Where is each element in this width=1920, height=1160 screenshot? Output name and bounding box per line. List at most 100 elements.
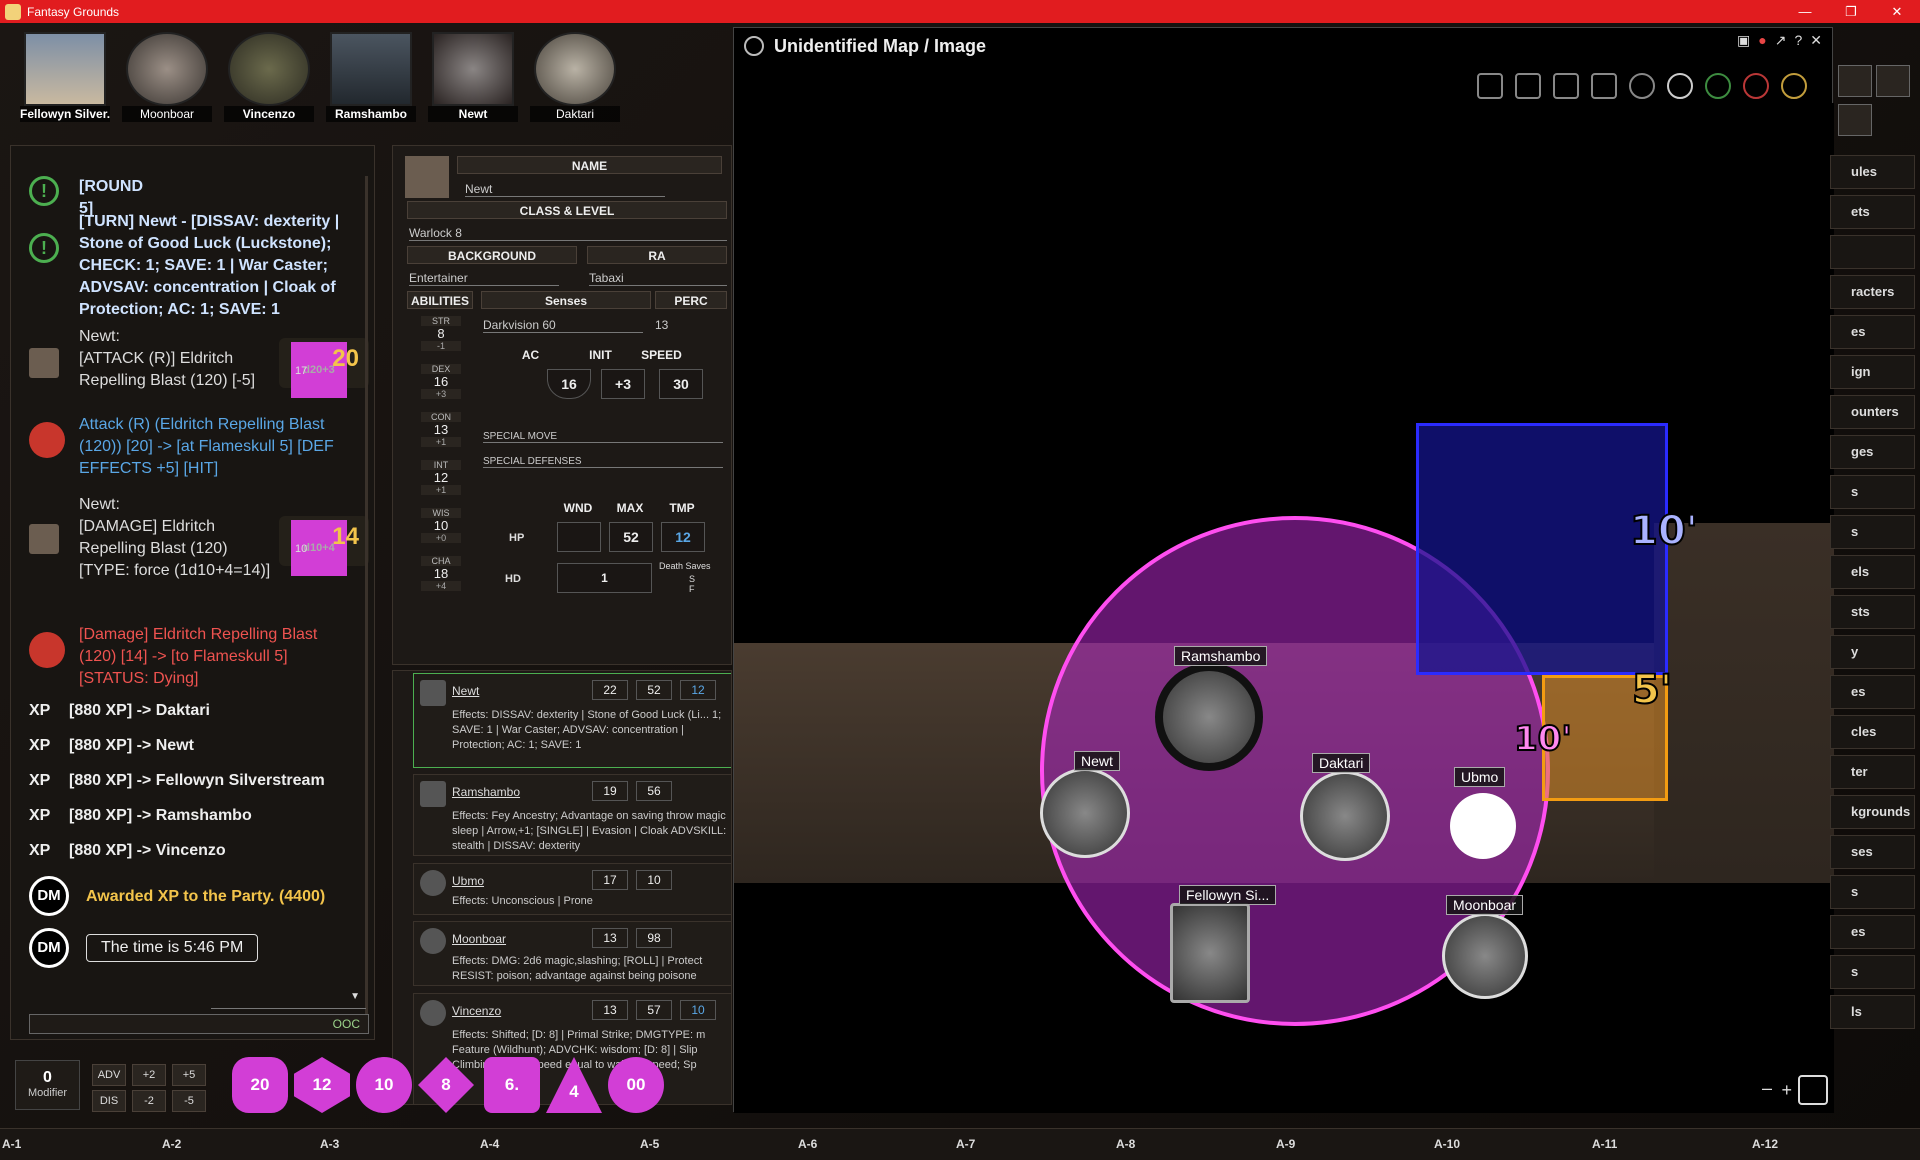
hp-wounds[interactable]: [557, 522, 601, 552]
death-saves-fail[interactable]: F: [689, 584, 695, 594]
close-button[interactable]: ✕: [1874, 0, 1920, 23]
tracker-row-ramshambo[interactable]: Ramshambo 19 56 Effects: Fey Ancestry; A…: [413, 774, 731, 856]
ability-wis[interactable]: WIS 10 +0: [421, 508, 461, 543]
erase-icon[interactable]: [1553, 73, 1579, 99]
senses-field[interactable]: Darkvision 60: [483, 318, 643, 333]
sidebar-tab[interactable]: els: [1830, 555, 1915, 589]
tracker-row-newt[interactable]: Newt 22 52 12 Effects: DISSAV: dexterity…: [413, 673, 731, 768]
character-portrait[interactable]: [405, 156, 449, 198]
tracker-row-moonboar[interactable]: Moonboar 13 98 Effects: DMG: 2d6 magic,s…: [413, 921, 731, 986]
sidebar-tab[interactable]: es: [1830, 315, 1915, 349]
sidebar-tab[interactable]: y: [1830, 635, 1915, 669]
ability-int[interactable]: INT 12 +1: [421, 460, 461, 495]
minus5-button[interactable]: -5: [172, 1090, 206, 1112]
portrait-vincenzo[interactable]: Vincenzo: [224, 30, 314, 122]
fullscreen-icon[interactable]: [1477, 73, 1503, 99]
class-level-field[interactable]: Warlock 8: [409, 226, 727, 241]
d6-icon[interactable]: 6.: [484, 1057, 540, 1113]
portrait-fellowyn[interactable]: Fellowyn Silver...: [20, 30, 110, 122]
special-defenses-field[interactable]: SPECIAL DEFENSES: [483, 456, 723, 468]
draw-icon[interactable]: [1515, 73, 1541, 99]
sidebar-tab[interactable]: kgrounds: [1830, 795, 1915, 829]
modifier-box[interactable]: 0 Modifier: [15, 1060, 80, 1110]
hp-temp[interactable]: 12: [661, 522, 705, 552]
death-saves-success[interactable]: S: [689, 574, 695, 584]
d10-icon[interactable]: 10: [356, 1057, 412, 1113]
portrait-newt[interactable]: Newt: [428, 30, 518, 122]
hostile-icon[interactable]: [1743, 73, 1769, 99]
calendar-icon[interactable]: [1838, 65, 1872, 97]
sidebar-tab[interactable]: s: [1830, 875, 1915, 909]
lock-icon[interactable]: ●: [1758, 32, 1766, 49]
d100-icon[interactable]: 00: [608, 1057, 664, 1113]
minimize-button[interactable]: —: [1782, 0, 1828, 23]
character-name[interactable]: Newt: [465, 182, 665, 197]
ability-con[interactable]: CON 13 +1: [421, 412, 461, 447]
sidebar-tab[interactable]: ges: [1830, 435, 1915, 469]
chat-input[interactable]: OOC: [29, 1014, 369, 1034]
sidebar-tab[interactable]: ses: [1830, 835, 1915, 869]
hp-max[interactable]: 52: [609, 522, 653, 552]
zoom-in-icon[interactable]: +: [1781, 1080, 1792, 1101]
sidebar-tab[interactable]: racters: [1830, 275, 1915, 309]
vision-icon[interactable]: [1781, 73, 1807, 99]
sidebar-tab[interactable]: es: [1830, 915, 1915, 949]
race-field[interactable]: Tabaxi: [589, 271, 727, 286]
sidebar-tab[interactable]: ter: [1830, 755, 1915, 789]
sidebar-tab[interactable]: s: [1830, 515, 1915, 549]
dis-button[interactable]: DIS: [92, 1090, 126, 1112]
sidebar-tab[interactable]: [1830, 235, 1915, 269]
sidebar-tab[interactable]: ets: [1830, 195, 1915, 229]
restore-button[interactable]: ❐: [1828, 0, 1874, 23]
sidebar-tab[interactable]: s: [1830, 475, 1915, 509]
special-move-field[interactable]: SPECIAL MOVE: [483, 431, 723, 443]
chat-mode-dropdown[interactable]: ▼: [211, 991, 366, 1009]
ability-cha[interactable]: CHA 18 +4: [421, 556, 461, 591]
token-ramshambo[interactable]: [1155, 663, 1263, 771]
armor-class[interactable]: 16: [547, 369, 591, 399]
ability-dex[interactable]: DEX 16 +3: [421, 364, 461, 399]
sidebar-tab[interactable]: ign: [1830, 355, 1915, 389]
minus2-button[interactable]: -2: [132, 1090, 166, 1112]
link-icon[interactable]: [744, 36, 764, 56]
friendly-icon[interactable]: [1705, 73, 1731, 99]
close-icon[interactable]: ✕: [1810, 32, 1822, 49]
target-icon[interactable]: [1629, 73, 1655, 99]
d20-icon[interactable]: 20: [232, 1057, 288, 1113]
library-icon[interactable]: [1876, 65, 1910, 97]
portrait-daktari[interactable]: Daktari: [530, 30, 620, 122]
gear-icon[interactable]: [1838, 104, 1872, 136]
sidebar-tab[interactable]: ounters: [1830, 395, 1915, 429]
speed[interactable]: 30: [659, 369, 703, 399]
sidebar-tab[interactable]: cles: [1830, 715, 1915, 749]
portrait-moonboar[interactable]: Moonboar: [122, 30, 212, 122]
tracker-row-ubmo[interactable]: Ubmo 17 10 Effects: Unconscious | Prone: [413, 863, 731, 915]
plus2-button[interactable]: +2: [132, 1064, 166, 1086]
portrait-ramshambo[interactable]: Ramshambo: [326, 30, 416, 122]
hit-dice[interactable]: 1: [557, 563, 652, 593]
token-daktari[interactable]: [1300, 771, 1390, 861]
expand-icon[interactable]: ↗: [1775, 32, 1787, 49]
sidebar-tab[interactable]: sts: [1830, 595, 1915, 629]
initiative[interactable]: +3: [601, 369, 645, 399]
sidebar-tab[interactable]: es: [1830, 675, 1915, 709]
ability-str[interactable]: STR 8 -1: [421, 316, 461, 351]
zoom-out-icon[interactable]: –: [1762, 1078, 1772, 1099]
token-fellowyn[interactable]: [1170, 903, 1250, 1003]
pointer-icon[interactable]: [1591, 73, 1617, 99]
pan-icon[interactable]: [1798, 1075, 1828, 1105]
help-icon[interactable]: ?: [1794, 32, 1802, 49]
sidebar-tab[interactable]: s: [1830, 955, 1915, 989]
background-field[interactable]: Entertainer: [409, 271, 559, 286]
sidebar-tab[interactable]: ls: [1830, 995, 1915, 1029]
d12-icon[interactable]: 12: [294, 1057, 350, 1113]
token-moonboar[interactable]: [1442, 913, 1528, 999]
sidebar-tab[interactable]: ules: [1830, 155, 1915, 189]
plus5-button[interactable]: +5: [172, 1064, 206, 1086]
chat-scrollbar[interactable]: [365, 176, 368, 1016]
select-icon[interactable]: [1667, 73, 1693, 99]
adv-button[interactable]: ADV: [92, 1064, 126, 1086]
token-newt[interactable]: [1040, 768, 1130, 858]
skull-icon[interactable]: [1450, 793, 1516, 859]
minimize-icon[interactable]: ▣: [1737, 32, 1750, 49]
